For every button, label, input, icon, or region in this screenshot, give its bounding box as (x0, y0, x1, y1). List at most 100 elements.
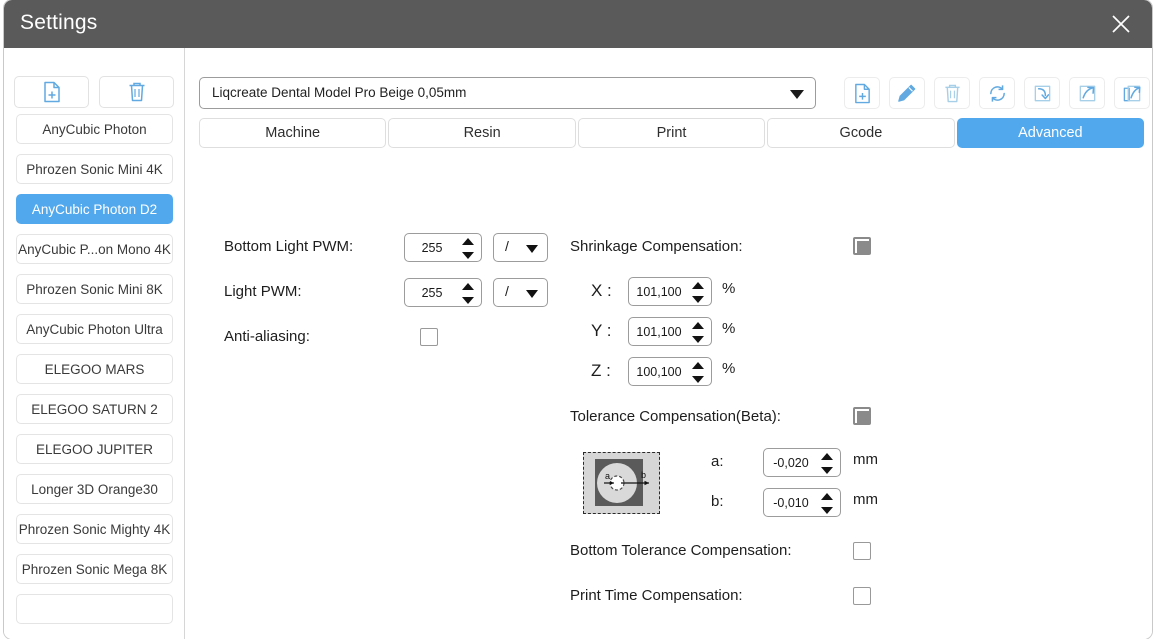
tab-label: Print (656, 125, 687, 141)
refresh-profile-button[interactable] (979, 77, 1015, 109)
new-profile-button[interactable] (844, 77, 880, 109)
spinner-up-icon[interactable] (692, 282, 704, 289)
tolerance-a-label: a: (711, 453, 724, 470)
import-arrow-icon (1034, 85, 1050, 101)
tab-resin[interactable]: Resin (388, 118, 576, 148)
spinner-down-icon[interactable] (692, 296, 704, 303)
edit-profile-button[interactable] (889, 77, 925, 109)
shrinkage-x-spinner[interactable]: 101,100 (628, 277, 712, 306)
bottom-light-pwm-label: Bottom Light PWM: (224, 238, 354, 255)
spinner-arrows[interactable] (821, 453, 833, 474)
printer-list-item[interactable]: AnyCubic Photon D2 (16, 194, 173, 224)
bottom-light-pwm-unit-select[interactable]: / (493, 233, 548, 262)
printer-list-item[interactable]: ELEGOO MARS (16, 354, 173, 384)
printer-list-item-label: ELEGOO JUPITER (35, 441, 154, 457)
export-arrow-icon (1079, 85, 1095, 101)
bottom-light-pwm-spinner[interactable]: 255 (404, 233, 482, 262)
printer-list-item[interactable]: ELEGOO JUPITER (16, 434, 173, 464)
spinner-up-icon[interactable] (821, 453, 833, 460)
shrinkage-y-label: Y : (591, 321, 612, 340)
shrinkage-y-spinner[interactable]: 101,100 (628, 317, 712, 346)
tolerance-a-value: -0,020 (773, 455, 809, 470)
printer-list-item[interactable]: Phrozen Sonic Mini 4K (16, 154, 173, 184)
tab-gcode[interactable]: Gcode (767, 118, 955, 148)
shrinkage-compensation-checkbox[interactable] (853, 237, 871, 255)
tab-advanced[interactable]: Advanced (956, 118, 1145, 148)
spinner-arrows[interactable] (821, 493, 833, 514)
share-profile-button[interactable] (1114, 77, 1150, 109)
spinner-up-icon[interactable] (692, 362, 704, 369)
anti-aliasing-checkbox[interactable] (420, 328, 438, 346)
export-profile-button[interactable] (1069, 77, 1105, 109)
shrinkage-z-label: Z : (591, 361, 611, 380)
profile-select[interactable]: Liqcreate Dental Model Pro Beige 0,05mm (199, 77, 816, 109)
printer-list-item[interactable]: Phrozen Sonic Mighty 4K (16, 514, 173, 544)
tolerance-b-label: b: (711, 493, 724, 510)
spinner-arrows[interactable] (692, 362, 704, 383)
printer-list-item[interactable]: ELEGOO SATURN 2 (16, 394, 173, 424)
spinner-down-icon[interactable] (462, 297, 474, 304)
tab-print[interactable]: Print (577, 118, 766, 148)
delete-printer-button[interactable] (99, 76, 174, 108)
delete-profile-button[interactable] (934, 77, 970, 109)
printer-list-item-label: Phrozen Sonic Mega 8K (21, 561, 168, 577)
spinner-arrows[interactable] (692, 282, 704, 303)
advanced-tab-content: Bottom Light PWM: 255 / Light PWM: 255 /… (185, 158, 1152, 639)
chevron-down-icon (526, 290, 538, 298)
chevron-down-icon (790, 90, 804, 99)
spinner-arrows[interactable] (462, 238, 474, 259)
import-profile-button[interactable] (1024, 77, 1060, 109)
spinner-down-icon[interactable] (821, 467, 833, 474)
anti-aliasing-label: Anti-aliasing: (224, 328, 310, 345)
spinner-arrows[interactable] (692, 322, 704, 343)
spinner-down-icon[interactable] (821, 507, 833, 514)
shrinkage-x-value: 101,100 (636, 284, 682, 299)
light-pwm-unit-select[interactable]: / (493, 278, 548, 307)
spinner-down-icon[interactable] (462, 252, 474, 259)
light-pwm-label: Light PWM: (224, 283, 302, 300)
settings-main-panel: Liqcreate Dental Model Pro Beige 0,05mm (185, 48, 1152, 639)
spinner-arrows[interactable] (462, 283, 474, 304)
settings-tabs[interactable]: Machine Resin Print Gcode Advanced (199, 118, 1145, 148)
shrinkage-z-unit: % (722, 360, 736, 377)
tolerance-a-spinner[interactable]: -0,020 (763, 448, 841, 477)
settings-window: Settings AnyCubic Photon Phrozen Sonic M… (4, 0, 1152, 639)
spinner-up-icon[interactable] (462, 283, 474, 290)
bottom-light-pwm-unit-value: / (505, 238, 509, 254)
printer-list-item[interactable] (16, 594, 173, 624)
profile-toolbar (844, 77, 1150, 109)
spinner-up-icon[interactable] (692, 322, 704, 329)
shrinkage-compensation-label: Shrinkage Compensation: (570, 238, 743, 255)
shrinkage-z-spinner[interactable]: 100,100 (628, 357, 712, 386)
printer-sidebar: AnyCubic Photon Phrozen Sonic Mini 4K AnyC… (4, 48, 185, 639)
printer-list-item[interactable]: AnyCubic P...on Mono 4K (16, 234, 173, 264)
spinner-up-icon[interactable] (821, 493, 833, 500)
svg-text:b: b (641, 470, 646, 480)
spinner-down-icon[interactable] (692, 336, 704, 343)
pencil-icon (898, 84, 916, 102)
tab-machine[interactable]: Machine (199, 118, 387, 148)
print-time-compensation-checkbox[interactable] (853, 587, 871, 605)
tolerance-compensation-checkbox[interactable] (853, 407, 871, 425)
printer-list-item[interactable]: AnyCubic Photon (16, 114, 173, 144)
sidebar-toolbar (14, 76, 174, 108)
light-pwm-spinner[interactable]: 255 (404, 278, 482, 307)
printer-list[interactable]: AnyCubic Photon Phrozen Sonic Mini 4K AnyC… (4, 114, 185, 639)
trash-icon (129, 82, 144, 102)
spinner-down-icon[interactable] (692, 376, 704, 383)
tolerance-b-spinner[interactable]: -0,010 (763, 488, 841, 517)
close-window-button[interactable] (1090, 0, 1152, 48)
refresh-icon (989, 84, 1005, 102)
printer-list-item[interactable]: Phrozen Sonic Mini 8K (16, 274, 173, 304)
shrinkage-y-unit: % (722, 320, 736, 337)
add-printer-button[interactable] (14, 76, 89, 108)
tolerance-compensation-label: Tolerance Compensation(Beta): (570, 408, 781, 425)
bottom-tolerance-compensation-checkbox[interactable] (853, 542, 871, 560)
printer-list-item[interactable]: Phrozen Sonic Mega 8K (16, 554, 173, 584)
tolerance-diagram[interactable]: a b (583, 452, 660, 514)
printer-list-item[interactable]: Longer 3D Orange30 (16, 474, 173, 504)
tolerance-b-unit: mm (853, 491, 878, 508)
spinner-up-icon[interactable] (462, 238, 474, 245)
printer-list-item-label: AnyCubic Photon (42, 121, 147, 137)
printer-list-item[interactable]: AnyCubic Photon Ultra (16, 314, 173, 344)
